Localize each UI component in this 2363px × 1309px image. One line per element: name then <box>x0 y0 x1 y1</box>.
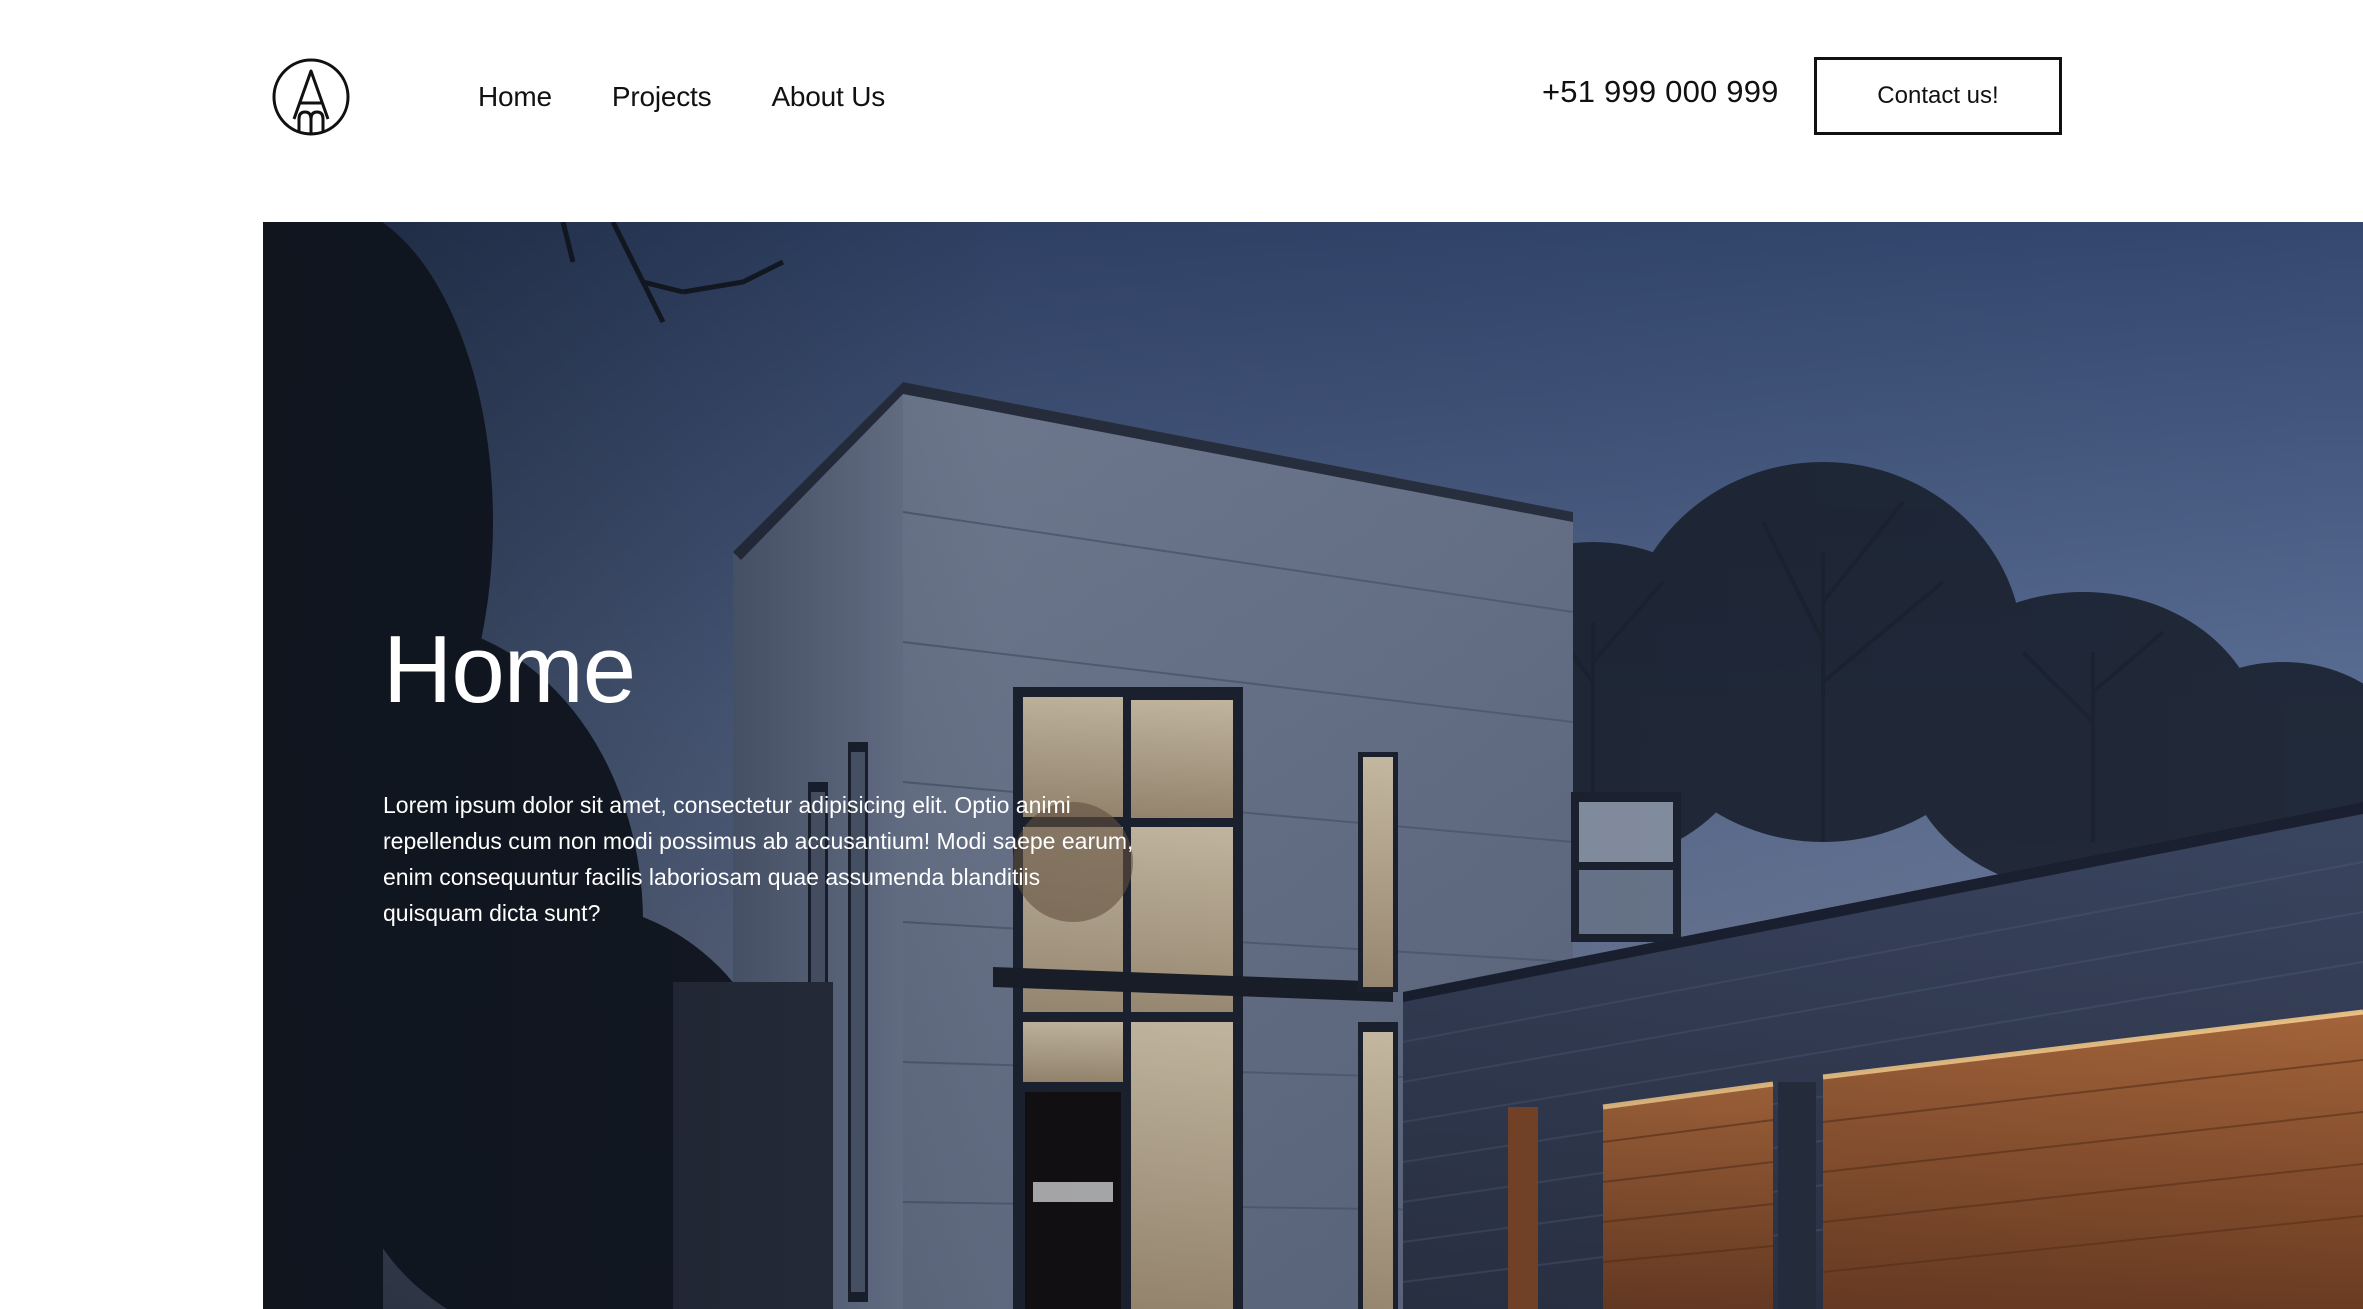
site-header: Home Projects About Us +51 999 000 999 C… <box>0 0 2363 222</box>
nav-item-home[interactable]: Home <box>478 81 552 113</box>
nav-item-about-us[interactable]: About Us <box>771 81 885 113</box>
main-nav: Home Projects About Us <box>478 75 885 119</box>
contact-button[interactable]: Contact us! <box>1814 57 2062 135</box>
logo-icon[interactable] <box>271 57 351 137</box>
hero-description: Lorem ipsum dolor sit amet, consectetur … <box>383 792 1134 926</box>
hero-background-image <box>263 222 2363 1309</box>
hero-title: Home <box>383 616 636 723</box>
hero-section: Home Lorem ipsum dolor sit amet, consect… <box>263 222 2363 1309</box>
phone-number: +51 999 000 999 <box>1542 74 1779 109</box>
nav-item-projects[interactable]: Projects <box>612 81 712 113</box>
